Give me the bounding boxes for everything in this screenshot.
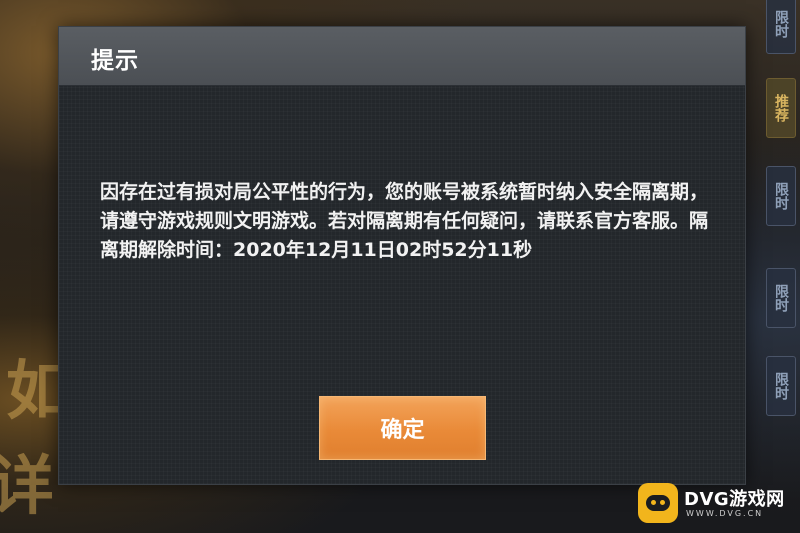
side-tab-recommended[interactable]: 推荐 <box>766 78 796 138</box>
side-tab-limited[interactable]: 限时 <box>766 268 796 328</box>
site-watermark: DVG游戏网 WWW.DVG.CN <box>638 481 788 525</box>
dialog-header: 提示 <box>59 27 745 86</box>
side-tab-limited[interactable]: 限时 <box>766 166 796 226</box>
side-tab-limited[interactable]: 限时 <box>766 0 796 54</box>
gamepad-logo-icon <box>638 483 678 523</box>
dialog-title: 提示 <box>91 48 139 74</box>
dialog-message: 因存在过有损对局公平性的行为，您的账号被系统暂时纳入安全隔离期，请遵守游戏规则文… <box>100 181 709 261</box>
side-tab-limited[interactable]: 限时 <box>766 356 796 416</box>
side-tab-bar: 限时 推荐 限时 限时 限时 <box>764 0 800 533</box>
watermark-url: WWW.DVG.CN <box>686 509 764 518</box>
background-text: 详 <box>0 450 54 524</box>
confirm-button[interactable]: 确定 <box>319 396 486 460</box>
notice-dialog: 提示 因存在过有损对局公平性的行为，您的账号被系统暂时纳入安全隔离期，请遵守游戏… <box>58 26 746 485</box>
watermark-brand: DVG游戏网 <box>684 489 785 510</box>
